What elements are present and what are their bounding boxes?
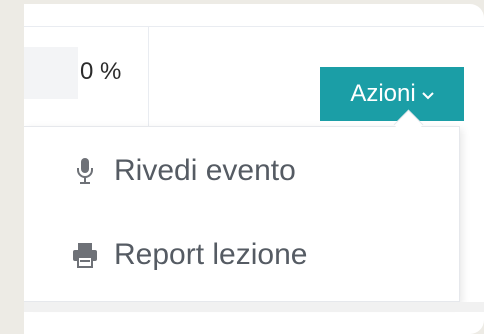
actions-button-label: Azioni xyxy=(350,80,416,107)
menu-item-label: Rivedi evento xyxy=(114,154,296,187)
microphone-icon xyxy=(70,157,100,185)
menu-item-lesson-report[interactable]: Report lezione xyxy=(70,233,307,277)
progress-percent: 0 % xyxy=(80,58,122,85)
chevron-down-icon xyxy=(421,88,434,104)
content-panel: 0 % Azioni Rivedi evento Report lezione xyxy=(24,4,484,334)
actions-dropdown-button[interactable]: Azioni xyxy=(320,67,464,121)
actions-dropdown-menu: Rivedi evento Report lezione xyxy=(24,126,460,302)
printer-icon xyxy=(70,242,100,268)
menu-item-label: Report lezione xyxy=(114,238,308,271)
progress-bar xyxy=(24,47,78,99)
footer-strip xyxy=(24,302,484,312)
menu-item-review-event[interactable]: Rivedi evento xyxy=(70,149,296,193)
column-divider xyxy=(148,27,149,131)
